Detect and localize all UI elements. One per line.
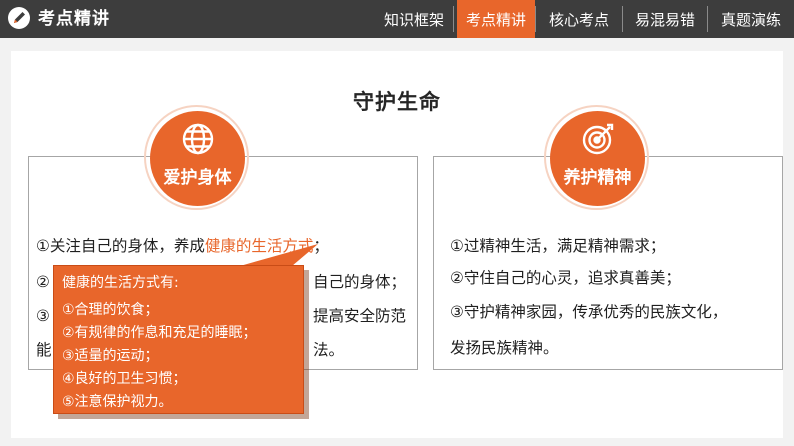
popup-item: ②有规律的作息和充足的睡眠； (62, 325, 257, 341)
healthy-lifestyle-popup: 健康的生活方式有: ①合理的饮食； ②有规律的作息和充足的睡眠； ③适量的运动；… (53, 265, 304, 414)
popup-item: ④良好的卫生习惯； (62, 371, 187, 387)
popup-item: ①合理的饮食； (62, 302, 159, 318)
popup-item: ③适量的运动； (62, 348, 159, 364)
popup-title: 健康的生活方式有: (62, 275, 179, 291)
popup-item: ⑤注意保护视力。 (62, 394, 173, 410)
